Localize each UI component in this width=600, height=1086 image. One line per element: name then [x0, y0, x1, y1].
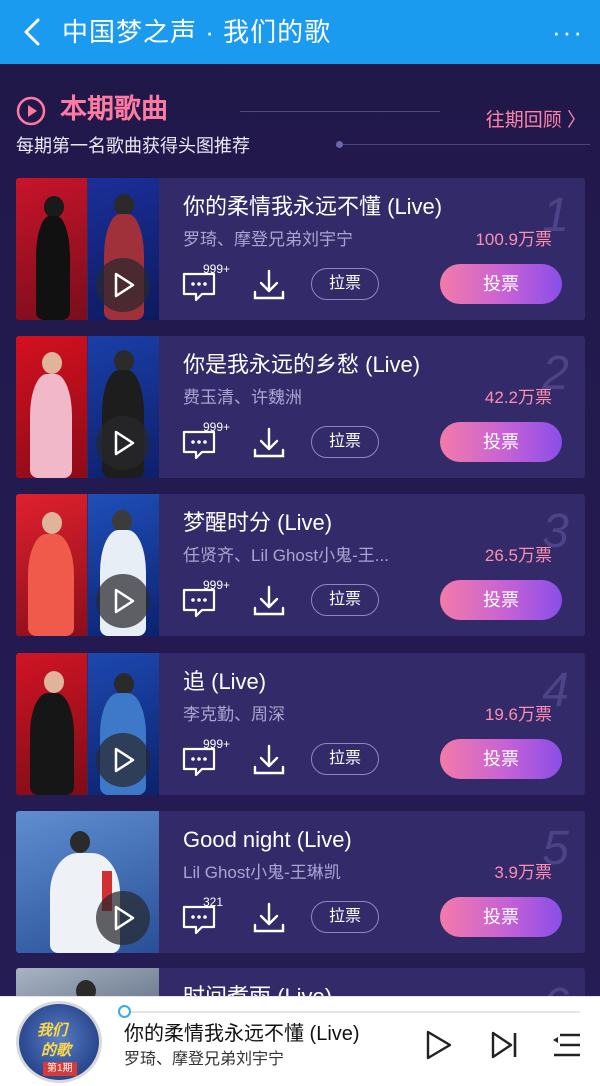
pull-votes-button[interactable]: 拉票	[311, 426, 379, 458]
vote-button[interactable]: 投票	[440, 264, 562, 304]
section-title: 本期歌曲	[60, 94, 168, 124]
now-playing-title: 你的柔情我永远不懂 (Live)	[124, 1023, 360, 1045]
comment-count: 999+	[203, 262, 231, 276]
play-button[interactable]	[96, 574, 150, 628]
progress-bar[interactable]	[124, 1011, 580, 1013]
comment-count: 999+	[203, 737, 231, 751]
decorative-line	[340, 144, 590, 145]
song-card[interactable]: 3 梦醒时分 (Live) 任贤齐、Lil Ghost小鬼-王... 26.5万…	[16, 494, 585, 636]
song-cover	[16, 811, 159, 953]
pull-votes-button[interactable]: 拉票	[311, 743, 379, 775]
history-link[interactable]: 往期回顾 〉	[486, 108, 586, 134]
more-menu-icon[interactable]: ···	[548, 12, 588, 52]
song-title: 你是我永远的乡愁 (Live)	[183, 352, 421, 377]
song-artist: Lil Ghost小鬼-王琳凯	[183, 863, 341, 882]
vote-count: 19.6万票	[484, 705, 552, 724]
song-card[interactable]: 1 你的柔情我永远不懂 (Live) 罗琦、摩登兄弟刘宇宁 100.9万票 99…	[16, 178, 585, 320]
vote-count: 26.5万票	[484, 546, 552, 565]
song-title: 梦醒时分 (Live)	[183, 510, 333, 535]
vote-button[interactable]: 投票	[440, 897, 562, 937]
vote-button[interactable]: 投票	[440, 739, 562, 779]
vote-button[interactable]: 投票	[440, 580, 562, 620]
song-cover	[16, 653, 159, 795]
song-cover	[16, 494, 159, 636]
decorative-line	[240, 111, 440, 112]
song-artist: 李克勤、周深	[183, 705, 285, 724]
pull-votes-button[interactable]: 拉票	[311, 268, 379, 300]
play-button[interactable]	[96, 733, 150, 787]
next-track-icon[interactable]	[488, 1029, 520, 1061]
song-artist: 任贤齐、Lil Ghost小鬼-王...	[183, 546, 389, 565]
song-card[interactable]: 5 Good night (Live) Lil Ghost小鬼-王琳凯 3.9万…	[16, 811, 585, 953]
pull-votes-button[interactable]: 拉票	[311, 901, 379, 933]
section-header: 本期歌曲 每期第一名歌曲获得头图推荐 往期回顾 〉	[0, 64, 600, 174]
playlist-icon[interactable]	[552, 1031, 582, 1059]
section-subtitle: 每期第一名歌曲获得头图推荐	[16, 136, 250, 156]
now-playing-cover[interactable]: 我们 的歌 第1期	[16, 1001, 102, 1083]
song-card[interactable]: 2 你是我永远的乡愁 (Live) 费玉清、许魏洲 42.2万票 999+ 拉票…	[16, 336, 585, 478]
download-icon[interactable]	[252, 426, 286, 460]
cover-tag: 第1期	[43, 1062, 77, 1076]
play-button[interactable]	[96, 891, 150, 945]
comment-count: 999+	[203, 578, 231, 592]
song-artist: 罗琦、摩登兄弟刘宇宁	[183, 230, 353, 249]
decorative-dot	[336, 141, 343, 148]
song-artist: 费玉清、许魏洲	[183, 388, 302, 407]
mini-player[interactable]: 我们 的歌 第1期 你的柔情我永远不懂 (Live) 罗琦、摩登兄弟刘宇宁	[0, 996, 600, 1086]
cover-text: 我们	[37, 1022, 68, 1039]
vote-count: 3.9万票	[494, 863, 552, 882]
song-list-page: 本期歌曲 每期第一名歌曲获得头图推荐 往期回顾 〉 1 你的柔情我永远不懂 (L…	[0, 64, 600, 1004]
vote-count: 100.9万票	[475, 230, 552, 249]
back-arrow-icon[interactable]	[18, 14, 46, 50]
vote-count: 42.2万票	[484, 388, 552, 407]
download-icon[interactable]	[252, 268, 286, 302]
comment-count: 321	[203, 895, 224, 909]
play-icon[interactable]	[422, 1029, 454, 1061]
play-circle-icon	[16, 96, 46, 126]
download-icon[interactable]	[252, 584, 286, 618]
comment-count: 999+	[203, 420, 231, 434]
vote-button[interactable]: 投票	[440, 422, 562, 462]
progress-knob[interactable]	[118, 1005, 131, 1018]
page-title: 中国梦之声 · 我们的歌	[62, 17, 332, 47]
download-icon[interactable]	[252, 901, 286, 935]
play-button[interactable]	[96, 416, 150, 470]
now-playing-artist: 罗琦、摩登兄弟刘宇宁	[124, 1051, 285, 1068]
play-button[interactable]	[96, 258, 150, 312]
song-cover	[16, 336, 159, 478]
song-title: Good night (Live)	[183, 827, 352, 852]
song-card[interactable]: 4 追 (Live) 李克勤、周深 19.6万票 999+ 拉票 投票	[16, 653, 585, 795]
song-title: 你的柔情我永远不懂 (Live)	[183, 194, 443, 219]
song-title: 追 (Live)	[183, 669, 267, 694]
song-cover	[16, 178, 159, 320]
pull-votes-button[interactable]: 拉票	[311, 584, 379, 616]
download-icon[interactable]	[252, 743, 286, 777]
top-bar: 中国梦之声 · 我们的歌 ···	[0, 0, 600, 64]
cover-text: 的歌	[41, 1042, 72, 1059]
